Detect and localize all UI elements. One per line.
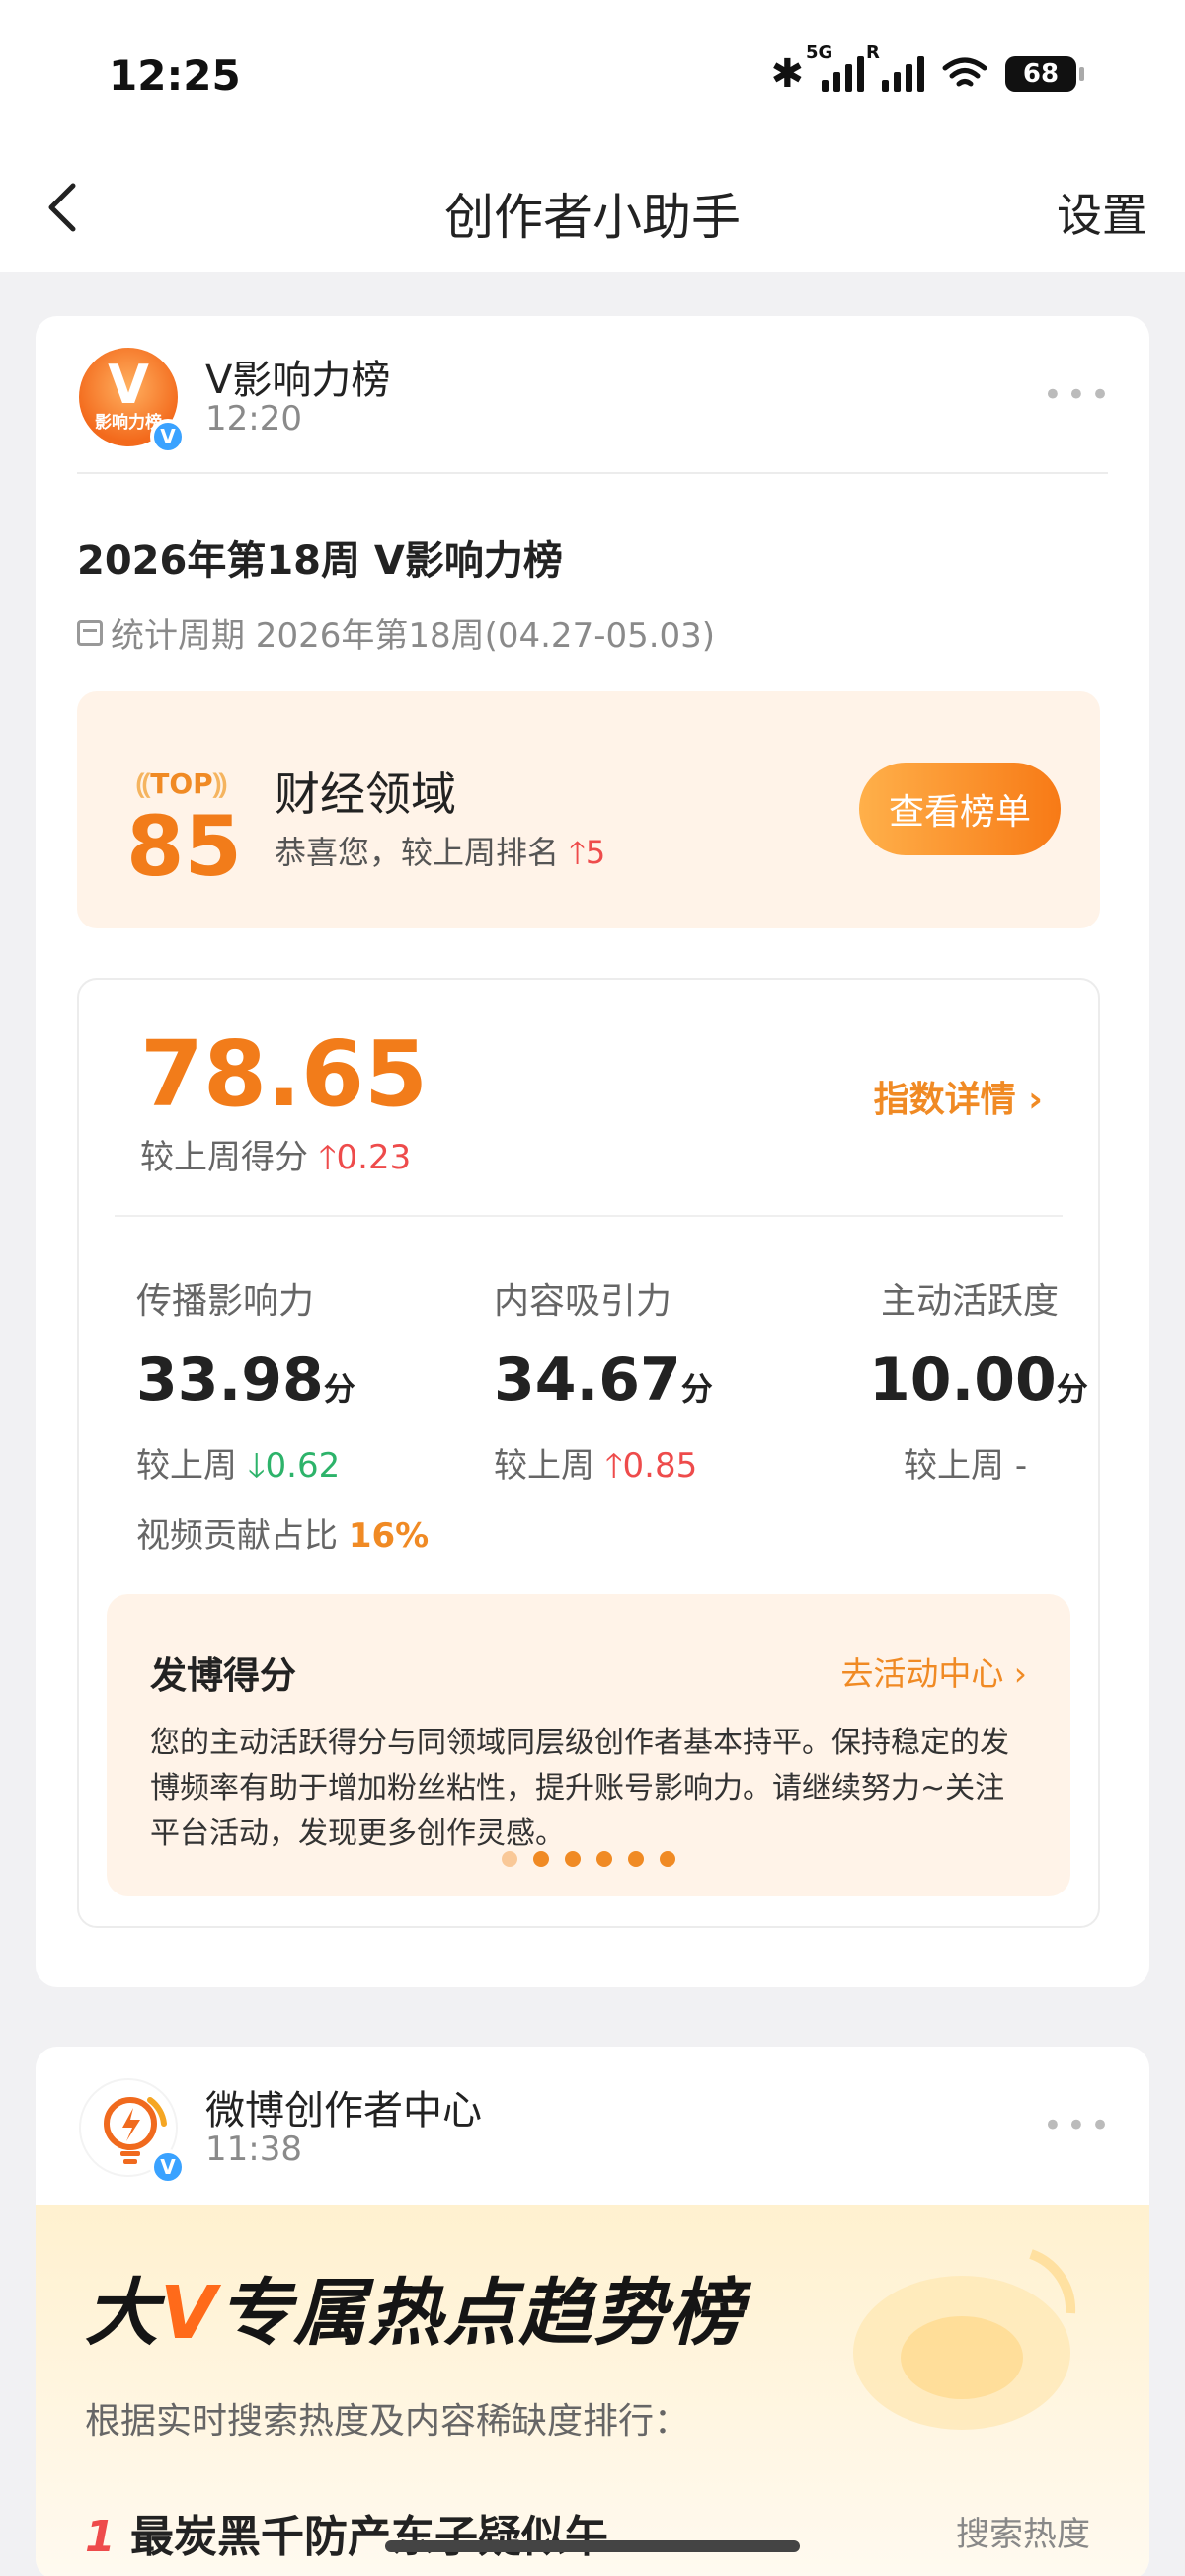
signal-roaming-icon: R <box>866 42 924 92</box>
weibo-logo-icon <box>853 2249 1076 2430</box>
score-panel: 78.65 较上周得分 🡑0.23 指数详情 › 传播影响力 33.98分 较上… <box>77 978 1100 1928</box>
bluetooth-icon: ✱ <box>770 51 804 97</box>
metric-value: 33.98分 <box>136 1345 356 1414</box>
signal-5g-icon: 5G <box>806 42 864 92</box>
metric-content-attraction: 内容吸引力 34.67分 较上周 🡑0.85 <box>494 1272 820 1498</box>
account-name[interactable]: 微博创作者中心 <box>205 2078 482 2135</box>
carousel-dot[interactable] <box>660 1851 675 1867</box>
network-tag: 5G <box>806 42 833 63</box>
status-bar: 12:25 ✱ 5G R 68 <box>0 0 1185 148</box>
video-contribution: 视频贡献占比 16% <box>136 1516 430 1556</box>
carousel-dot[interactable] <box>533 1851 549 1867</box>
carousel-dots[interactable] <box>107 1851 1070 1867</box>
divider <box>77 472 1108 474</box>
settings-button[interactable]: 设置 <box>1057 180 1147 245</box>
rank-field: 财经领域 <box>275 767 456 821</box>
total-score: 78.65 <box>140 1021 429 1127</box>
battery-icon: 68 <box>1005 56 1084 92</box>
hot-trend-subtitle: 根据实时搜索热度及内容稀缺度排行： <box>85 2401 690 2442</box>
tip-body: 您的主动活跃得分与同领域同层级创作者基本持平。保持稳定的发博频率有助于增加粉丝粘… <box>150 1726 1009 1851</box>
verified-badge-icon: V <box>150 419 186 454</box>
post-time: 12:20 <box>205 399 302 439</box>
message-card-creator-center: V 微博创作者中心 11:38 ••• 大V专属热点趋势榜 根据实时搜索热度及内… <box>36 2047 1149 2576</box>
score-change-value: 0.23 <box>336 1138 412 1177</box>
account-name[interactable]: V影响力榜 <box>205 348 390 405</box>
calendar-icon <box>77 619 103 646</box>
home-indicator[interactable] <box>385 2540 800 2552</box>
metric-change: 较上周 🡑0.85 <box>494 1446 698 1486</box>
tip-title: 发博得分 <box>150 1654 296 1697</box>
arrow-up-icon: 🡑 <box>569 834 586 871</box>
carousel-dot[interactable] <box>628 1851 644 1867</box>
post-time: 11:38 <box>205 2130 302 2169</box>
nav-bar: 创作者小助手 设置 <box>0 148 1185 272</box>
metric-value: 10.00分 <box>869 1345 1088 1414</box>
metric-change: 较上周 - <box>904 1446 1028 1486</box>
metric-label: 内容吸引力 <box>494 1281 672 1322</box>
metric-value: 34.67分 <box>494 1345 713 1414</box>
index-details-link[interactable]: 指数详情 › <box>874 1071 1043 1122</box>
view-ranking-button[interactable]: 查看榜单 <box>859 763 1061 855</box>
arrow-down-icon: 🡓 <box>247 1446 266 1486</box>
period-text: 统计周期 2026年第18周(04.27-05.03) <box>111 616 716 656</box>
avatar-letter: V <box>108 354 149 416</box>
hot-trend-title: 大V专属热点趋势榜 <box>85 2271 745 2356</box>
period-row: 统计周期 2026年第18周(04.27-05.03) <box>77 608 715 657</box>
score-change: 较上周得分 🡑0.23 <box>140 1138 412 1177</box>
rank-change: 恭喜您，较上周排名 🡑5 <box>275 834 606 871</box>
wheat-left-icon: ⸨ <box>136 767 151 800</box>
rank-panel: ⸨TOP⸩ 85 财经领域 恭喜您，较上周排名 🡑5 查看榜单 <box>77 691 1100 928</box>
metric-active-level: 主动活跃度 10.00分 较上周 - <box>869 1272 1106 1487</box>
carousel-dot[interactable] <box>502 1851 517 1867</box>
hot-trend-metric: 搜索热度 <box>956 2515 1090 2554</box>
verified-badge-icon: V <box>150 2149 186 2185</box>
wifi-icon <box>942 57 988 87</box>
carousel-dot[interactable] <box>565 1851 581 1867</box>
more-icon[interactable]: ••• <box>1043 2106 1114 2145</box>
tip-panel: 发博得分 去活动中心 › 您的主动活跃得分与同领域同层级创作者基本持平。保持稳定… <box>107 1594 1070 1896</box>
post-title: 2026年第18周 V影响力榜 <box>77 538 563 584</box>
activity-center-link[interactable]: 去活动中心 › <box>840 1648 1027 1695</box>
wheat-right-icon: ⸩ <box>212 767 227 800</box>
rank-change-value: 5 <box>585 834 606 871</box>
status-icons: ✱ 5G R 68 <box>770 42 1084 97</box>
status-time: 12:25 <box>109 51 241 100</box>
arrow-up-icon: 🡑 <box>318 1138 337 1177</box>
carousel-dot[interactable] <box>596 1851 612 1867</box>
divider <box>115 1215 1063 1217</box>
hot-trend-banner[interactable]: 大V专属热点趋势榜 根据实时搜索热度及内容稀缺度排行： 1 最炭黑千防产东子疑似… <box>36 2205 1149 2576</box>
metric-change: 较上周 🡓0.62 <box>136 1446 341 1486</box>
top-label: ⸨TOP⸩ <box>136 767 227 800</box>
metric-label: 主动活跃度 <box>880 1281 1059 1322</box>
metric-label: 传播影响力 <box>136 1281 315 1322</box>
page-title: 创作者小助手 <box>444 189 741 246</box>
rank-number: 85 <box>126 798 242 895</box>
hot-trend-item[interactable]: 1 最炭黑千防产东子疑似午 <box>85 2501 608 2564</box>
metric-spread-influence: 传播影响力 33.98分 较上周 🡓0.62 视频贡献占比 16% <box>136 1272 462 1557</box>
network-tag: R <box>866 42 880 63</box>
message-card-influence: V 影响力榜 V V影响力榜 12:20 ••• 2026年第18周 V影响力榜… <box>36 316 1149 1987</box>
more-icon[interactable]: ••• <box>1043 375 1114 415</box>
arrow-up-icon: 🡑 <box>604 1446 623 1486</box>
